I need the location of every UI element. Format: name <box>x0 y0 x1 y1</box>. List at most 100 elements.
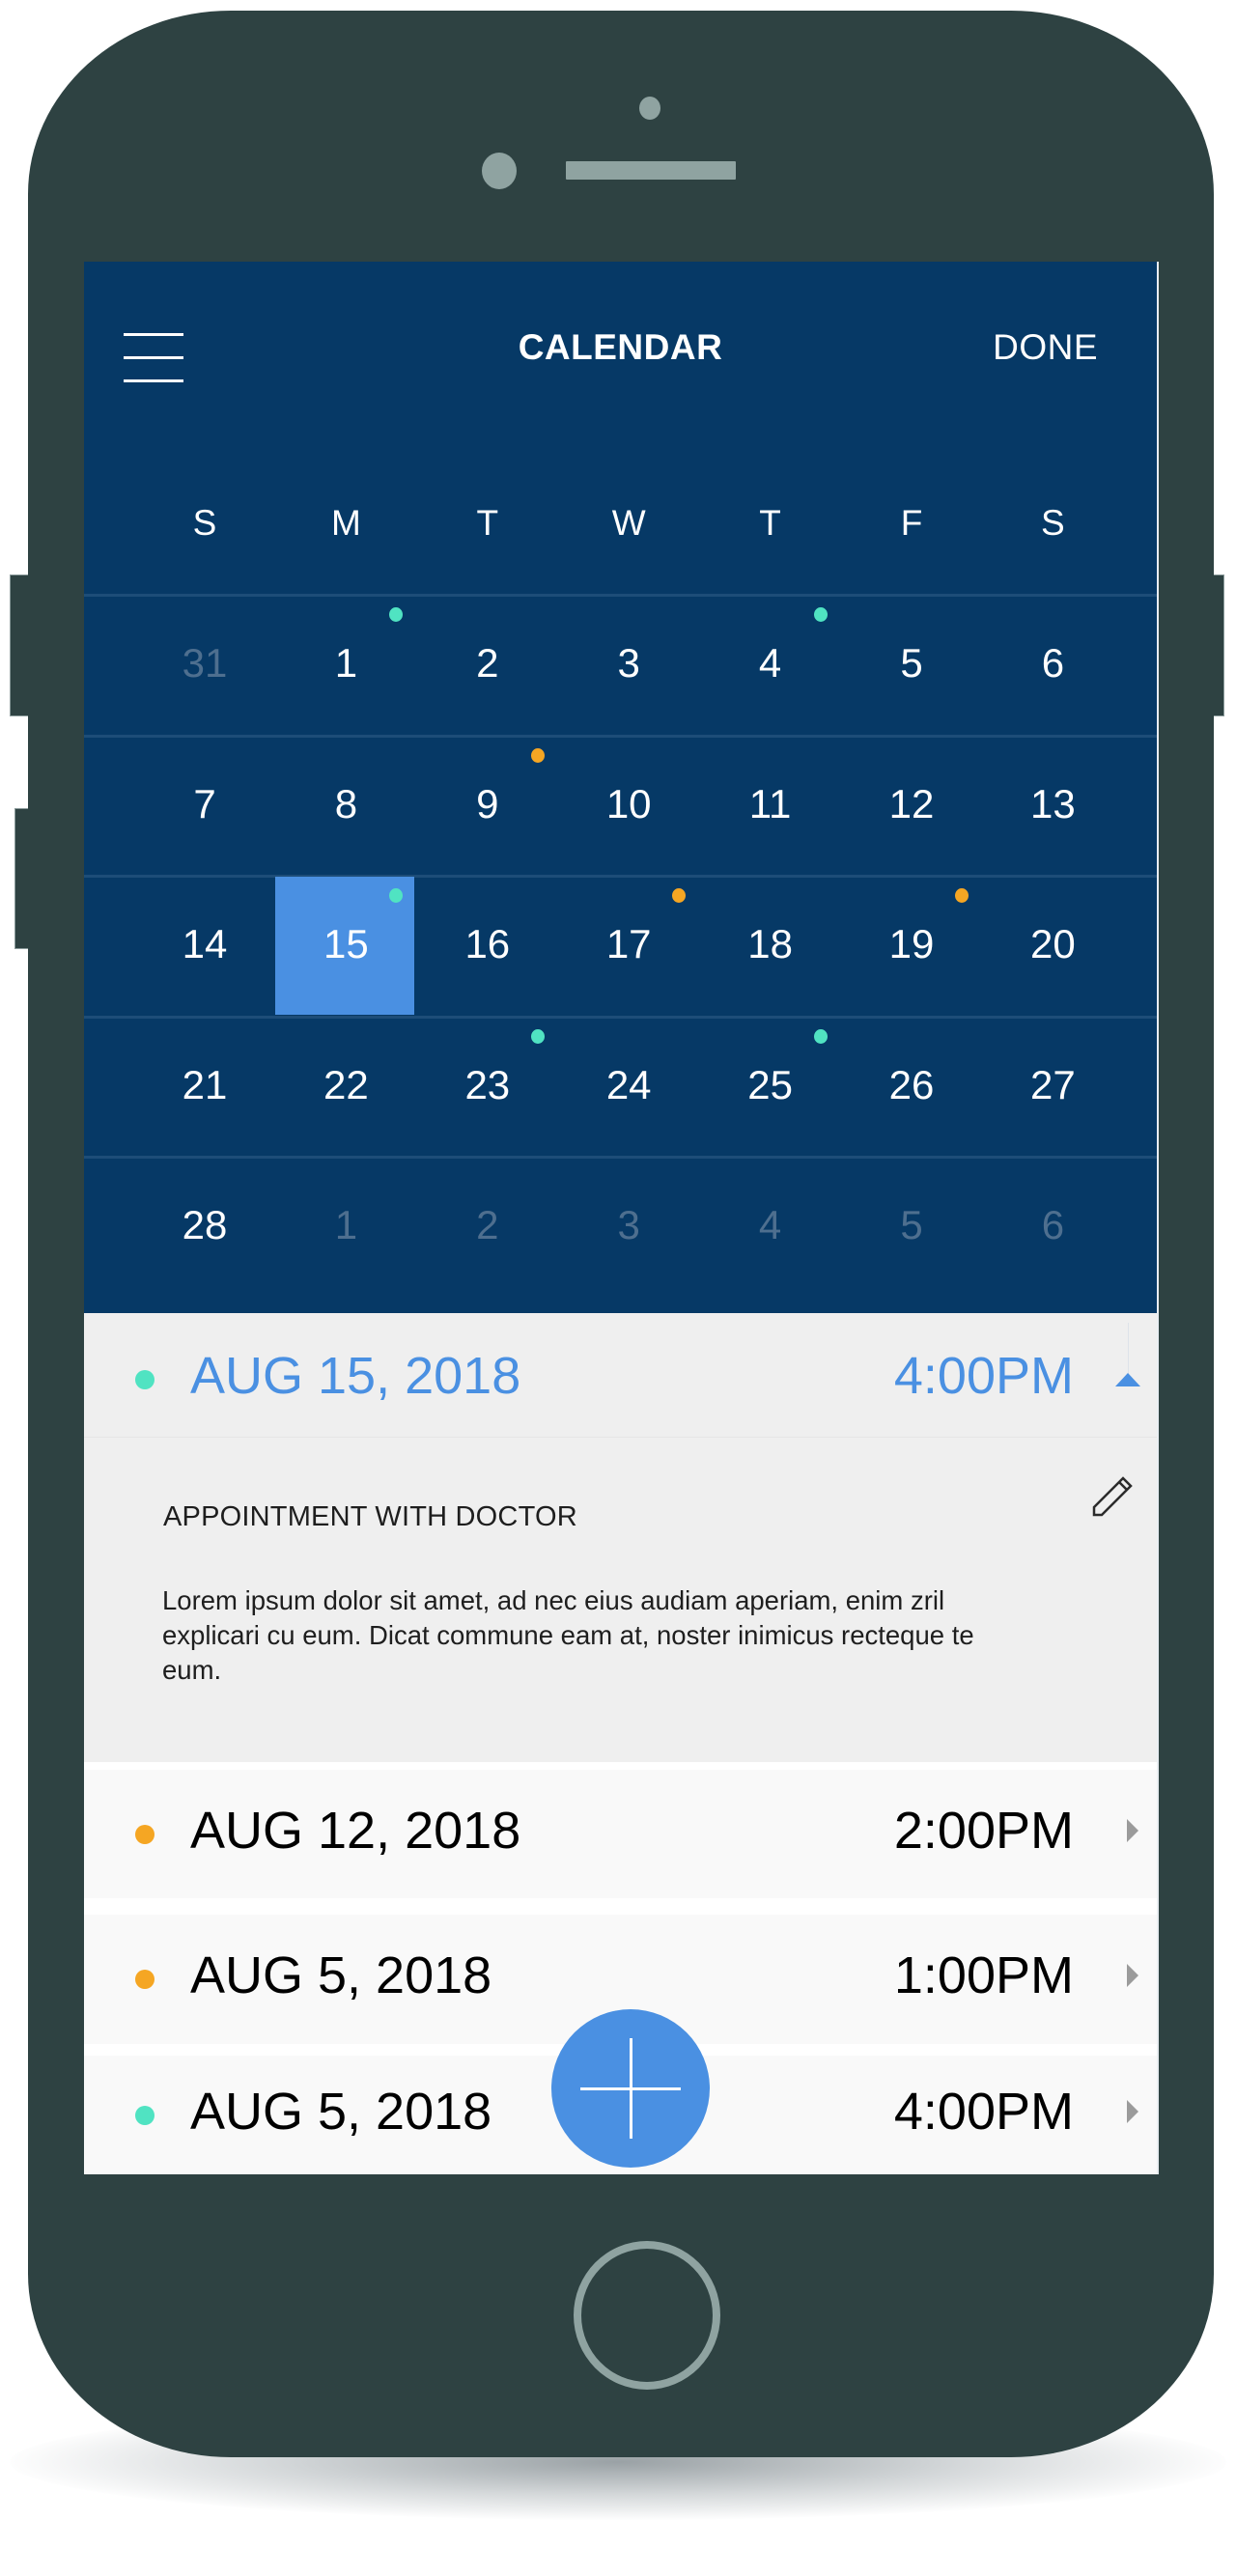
event-time: 2:00PM <box>893 1801 1074 1860</box>
event-indicator-dot <box>813 1028 828 1044</box>
calendar-day[interactable]: 31 <box>134 596 273 734</box>
calendar-day[interactable]: 14 <box>134 877 273 1015</box>
day-number: 20 <box>1030 921 1076 967</box>
calendar-day[interactable]: 28 <box>134 1158 273 1296</box>
calendar-day[interactable]: 23 <box>417 1018 556 1156</box>
day-number: 10 <box>605 780 652 826</box>
chevron-right-icon <box>1127 1964 1138 1987</box>
calendar-day[interactable]: 6 <box>982 1158 1121 1296</box>
day-number: 19 <box>888 921 935 967</box>
event-indicator-dot <box>672 888 687 904</box>
calendar-day[interactable]: 1 <box>275 596 414 734</box>
calendar-day[interactable]: 1 <box>275 1158 414 1296</box>
event-title: APPOINTMENT WITH DOCTOR <box>163 1501 577 1532</box>
calendar-day[interactable]: 5 <box>841 1158 980 1296</box>
day-number: 22 <box>323 1061 369 1107</box>
expanded-event[interactable]: AUG 15, 2018 4:00PM APPOINTMENT WITH DOC… <box>84 1313 1157 1762</box>
event-date: AUG 5, 2018 <box>190 1946 492 2004</box>
day-number: 12 <box>888 780 935 826</box>
calendar-day[interactable]: 11 <box>700 737 839 875</box>
phone-power-button <box>1213 574 1224 716</box>
pencil-icon[interactable] <box>1088 1472 1137 1521</box>
day-number: 4 <box>758 1202 782 1248</box>
calendar-day[interactable]: 12 <box>841 737 980 875</box>
weekday-label: M <box>330 503 361 543</box>
add-event-button[interactable] <box>551 2009 710 2168</box>
event-indicator-dot <box>530 747 545 763</box>
day-number: 26 <box>888 1061 935 1107</box>
list-gap <box>84 1898 1157 1915</box>
event-indicator-dot <box>389 607 404 622</box>
day-number: 14 <box>182 921 228 967</box>
day-number: 6 <box>1041 640 1065 686</box>
calendar-day[interactable]: 4 <box>700 596 839 734</box>
day-number: 8 <box>334 780 358 826</box>
day-number: 17 <box>605 921 652 967</box>
phone-camera <box>482 153 517 189</box>
calendar-day[interactable]: 19 <box>841 877 980 1015</box>
calendar-day[interactable]: 9 <box>417 737 556 875</box>
phone-sensor <box>639 97 660 120</box>
calendar-day[interactable]: 2 <box>417 1158 556 1296</box>
home-button[interactable] <box>574 2241 720 2390</box>
event-list-item[interactable]: AUG 12, 2018 2:00PM <box>84 1770 1157 1898</box>
calendar-day[interactable]: 22 <box>275 1018 414 1156</box>
event-status-dot <box>135 1824 154 1844</box>
calendar-day[interactable]: 21 <box>134 1018 273 1156</box>
calendar-day[interactable]: 13 <box>982 737 1121 875</box>
day-number: 2 <box>476 1202 499 1248</box>
event-indicator-dot <box>389 888 404 904</box>
event-date: AUG 15, 2018 <box>190 1347 521 1405</box>
calendar-day[interactable]: 2 <box>417 596 556 734</box>
phone-speaker <box>566 161 736 180</box>
calendar-day[interactable]: 10 <box>558 737 697 875</box>
event-indicator-dot <box>530 1028 545 1044</box>
done-button[interactable]: DONE <box>993 327 1098 368</box>
event-date: AUG 5, 2018 <box>190 2082 492 2141</box>
calendar-day[interactable]: 17 <box>558 877 697 1015</box>
event-description: Lorem ipsum dolor sit amet, ad nec eius … <box>162 1585 974 1685</box>
day-number: 16 <box>464 921 511 967</box>
calendar-day[interactable]: 18 <box>700 877 839 1015</box>
calendar-day-selected[interactable]: 15 <box>275 877 415 1016</box>
weekday-label: W <box>611 503 646 543</box>
calendar-day[interactable]: 20 <box>982 877 1121 1015</box>
calendar-day[interactable]: 3 <box>558 596 697 734</box>
day-number: 27 <box>1030 1061 1076 1107</box>
day-number: 28 <box>182 1202 228 1248</box>
phone-silent-switch <box>10 574 30 716</box>
calendar-panel: CALENDAR DONE SMTWTFS 31 1 2 3 4 5 6 7 8 9 10 11 12 1… <box>84 262 1157 1313</box>
chevron-right-icon <box>1127 2099 1138 2123</box>
day-number: 1 <box>334 1202 358 1248</box>
day-number: 18 <box>747 921 793 967</box>
day-number: 31 <box>182 640 228 686</box>
chevron-right-icon <box>1127 1818 1138 1842</box>
calendar-day[interactable]: 7 <box>134 737 273 875</box>
day-number: 13 <box>1030 780 1076 826</box>
calendar-day[interactable]: 6 <box>982 596 1121 734</box>
event-status-dot <box>135 1970 154 1989</box>
calendar-day[interactable]: 16 <box>417 877 556 1015</box>
weekday-label: S <box>192 503 217 543</box>
day-number: 9 <box>476 780 499 826</box>
day-number: 5 <box>900 1202 923 1248</box>
day-number: 21 <box>182 1061 228 1107</box>
day-number: 7 <box>193 780 216 826</box>
event-time: 1:00PM <box>893 1946 1074 2004</box>
day-number: 2 <box>476 640 499 686</box>
triangle-up-icon[interactable] <box>1115 1373 1140 1386</box>
calendar-day[interactable]: 4 <box>700 1158 839 1296</box>
day-number: 3 <box>617 1202 640 1248</box>
day-number: 3 <box>617 640 640 686</box>
event-status-dot <box>135 2105 154 2125</box>
calendar-day[interactable]: 24 <box>558 1018 697 1156</box>
day-number: 24 <box>605 1061 652 1107</box>
calendar-day[interactable]: 5 <box>841 596 980 734</box>
calendar-day[interactable]: 25 <box>700 1018 839 1156</box>
calendar-day[interactable]: 26 <box>841 1018 980 1156</box>
calendar-day[interactable]: 27 <box>982 1018 1121 1156</box>
calendar-day[interactable]: 8 <box>275 737 414 875</box>
event-indicator-dot <box>813 607 828 622</box>
calendar-day[interactable]: 3 <box>558 1158 697 1296</box>
divider <box>84 1437 1157 1438</box>
